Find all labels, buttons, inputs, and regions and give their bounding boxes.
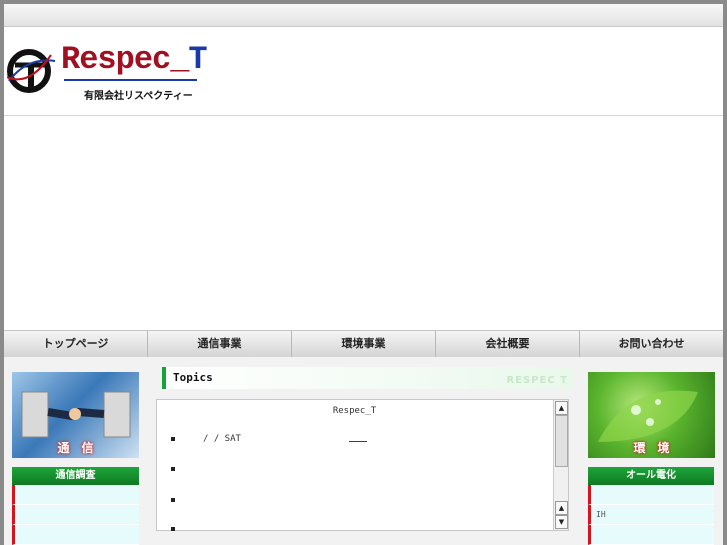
bullet-icon: [171, 526, 175, 531]
news-link[interactable]: [349, 441, 367, 442]
news-box[interactable]: Respec_T / / SAT ▲ ▲ ▼: [156, 399, 569, 531]
nav-item-telecom[interactable]: 通信事業: [148, 331, 292, 357]
left-link[interactable]: [12, 485, 139, 505]
logo-name: Respec_: [61, 41, 189, 78]
right-sidebar: 環 境 オール電化 IH: [588, 372, 715, 545]
right-link[interactable]: IH: [588, 505, 714, 525]
right-link[interactable]: [588, 485, 714, 505]
environment-banner[interactable]: 環 境: [588, 372, 715, 458]
topics-watermark: RESPEC T: [506, 375, 568, 386]
main-nav: トップページ 通信事業 環境事業 会社概要 お問い合わせ: [4, 330, 723, 358]
bullet-icon: [171, 436, 175, 441]
logo-underline: [64, 79, 197, 81]
scroll-thumb[interactable]: [555, 415, 568, 467]
right-link[interactable]: [588, 525, 714, 545]
news-item[interactable]: / / SAT: [171, 434, 241, 444]
content-area: 通 信 通信調査 Topics RESPEC T Respec_T / / SA…: [4, 357, 723, 545]
scroll-up-icon[interactable]: ▲: [555, 401, 568, 415]
environment-banner-label: 環 境: [633, 441, 670, 455]
nav-item-contact[interactable]: お問い合わせ: [580, 331, 723, 357]
topics-section: Topics RESPEC T Respec_T / / SAT ▲ ▲ ▼: [154, 367, 574, 531]
telecom-banner-label: 通 信: [57, 441, 94, 455]
bullet-icon: [171, 497, 175, 502]
news-scrollbar[interactable]: ▲ ▲ ▼: [553, 400, 568, 530]
news-item[interactable]: [171, 524, 203, 534]
left-link[interactable]: [12, 525, 139, 545]
top-bar: [4, 4, 723, 27]
news-item[interactable]: [171, 464, 203, 474]
scroll-up-icon[interactable]: ▲: [555, 501, 568, 515]
news-title: Respec_T: [332, 406, 377, 416]
telecom-banner[interactable]: 通 信: [12, 372, 139, 458]
news-item[interactable]: [171, 495, 203, 505]
topics-label: Topics: [173, 371, 213, 384]
nav-item-top[interactable]: トップページ: [4, 331, 148, 357]
all-electric-heading[interactable]: オール電化: [588, 467, 714, 485]
topics-header: Topics RESPEC T: [162, 367, 574, 389]
logo-name-t: T: [188, 41, 207, 78]
nav-item-environment[interactable]: 環境事業: [292, 331, 436, 357]
nav-item-company[interactable]: 会社概要: [436, 331, 580, 357]
left-sidebar: 通 信 通信調査: [12, 372, 139, 545]
logo-wordmark[interactable]: Respec_T: [61, 41, 208, 78]
scroll-down-icon[interactable]: ▼: [555, 515, 568, 529]
company-name: 有限会社リスペクティー: [84, 91, 193, 102]
logo-icon[interactable]: [7, 47, 57, 95]
telecom-survey-heading[interactable]: 通信調査: [12, 467, 139, 485]
left-link[interactable]: [12, 505, 139, 525]
hero-area: [4, 116, 723, 330]
page-frame: Respec_T 有限会社リスペクティー トップページ 通信事業 環境事業 会社…: [4, 4, 723, 545]
bullet-icon: [171, 466, 175, 471]
news-item-text: / / SAT: [203, 434, 241, 444]
header: Respec_T 有限会社リスペクティー: [4, 27, 723, 116]
